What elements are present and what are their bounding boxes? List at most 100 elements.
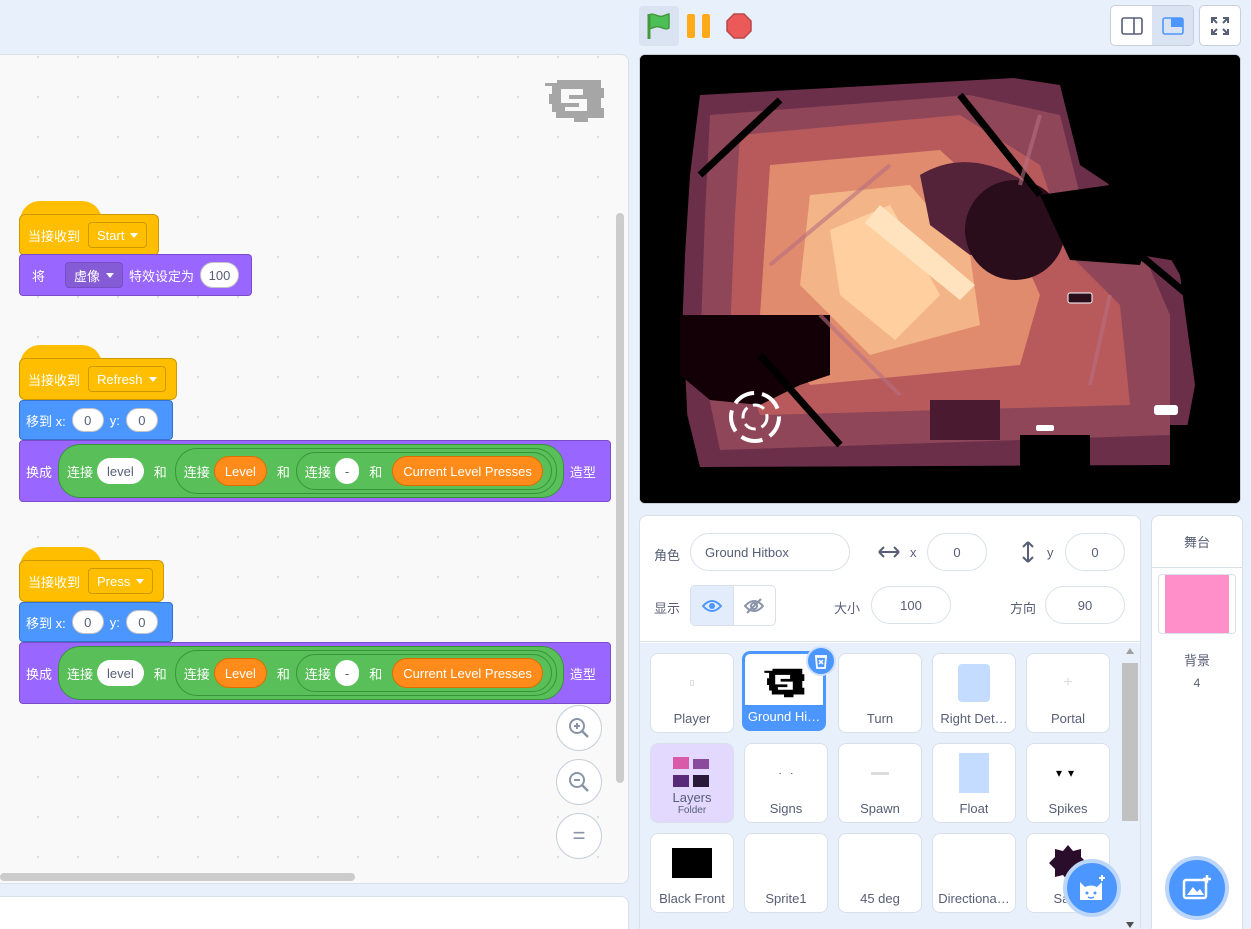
effect-value-input[interactable]: 100: [200, 262, 239, 288]
sprite-tile[interactable]: · · Signs: [744, 743, 828, 823]
sprite-properties: 角色 Ground Hitbox x 0 y 0 显示 大小 100 方向 90: [640, 516, 1140, 642]
sprite-info-panel: 角色 Ground Hitbox x 0 y 0 显示 大小 100 方向 90…: [639, 515, 1141, 929]
small-stage-button[interactable]: [1111, 6, 1152, 45]
sprite-tile[interactable]: Float: [932, 743, 1016, 823]
sprite-tile[interactable]: + Portal: [1026, 653, 1110, 733]
when-i-receive-press-block[interactable]: 当接收到 Press: [19, 547, 164, 602]
y-input[interactable]: 0: [125, 610, 158, 634]
zoom-out-button[interactable]: [556, 759, 602, 805]
stop-button[interactable]: [724, 10, 754, 42]
block-label: y:: [109, 412, 120, 428]
join-operator[interactable]: 连接 - 和 Current Level Presses: [295, 654, 552, 692]
message-dropdown[interactable]: Start: [88, 222, 148, 248]
block-label: 换成: [26, 666, 53, 682]
zoom-reset-button[interactable]: =: [556, 813, 602, 859]
caret-down-icon: [130, 232, 139, 238]
sprite-label: 角色: [654, 548, 681, 563]
switch-costume-block[interactable]: 换成 连接 level 和 连接 Level 和 连接 - 和 Current …: [19, 440, 611, 502]
stage-thumbnail[interactable]: [1158, 574, 1236, 634]
green-flag-button[interactable]: [639, 6, 679, 46]
message-dropdown[interactable]: Press: [88, 568, 154, 594]
sprite-name: Portal: [1051, 711, 1085, 726]
sprite-tile[interactable]: Sprite1: [744, 833, 828, 913]
normal-stage-button[interactable]: [1152, 6, 1193, 45]
when-i-receive-refresh-block[interactable]: 当接收到 Refresh: [19, 345, 177, 400]
vertical-scrollbar[interactable]: [616, 213, 624, 783]
block-label: 当接收到: [28, 574, 81, 590]
x-input[interactable]: 0: [71, 610, 104, 634]
visibility-toggle[interactable]: [690, 585, 776, 626]
effect-dropdown[interactable]: 虚像: [65, 262, 124, 288]
text-input[interactable]: level: [97, 660, 144, 686]
delete-sprite-button[interactable]: [806, 646, 836, 676]
sprite-list-scrollbar[interactable]: [1121, 643, 1140, 929]
presses-variable[interactable]: Current Level Presses: [392, 658, 543, 688]
sprite-thumbnail: [762, 842, 810, 884]
join-operator[interactable]: 连接 Level 和 连接 - 和 Current Level Presses: [174, 650, 557, 696]
sprite-folder-tile[interactable]: Layers Folder: [650, 743, 734, 823]
join-operator[interactable]: 连接 Level 和 连接 - 和 Current Level Presses: [174, 448, 557, 494]
sprite-tile[interactable]: Right Det…: [932, 653, 1016, 733]
add-backdrop-button[interactable]: [1165, 856, 1229, 920]
direction-input[interactable]: 90: [1045, 586, 1125, 624]
operator-label: 和: [153, 666, 167, 682]
code-area[interactable]: 当接收到 Start 将 虚像 特效设定为 100 当接收到 Refresh 移…: [0, 54, 629, 884]
sprite-name: Sprite1: [765, 891, 807, 906]
x-input[interactable]: 0: [71, 408, 104, 432]
fullscreen-icon: [1211, 16, 1229, 35]
sprite-name: Player: [673, 711, 711, 726]
join-operator[interactable]: 连接 level 和 连接 Level 和 连接 - 和 Current Lev…: [58, 646, 564, 700]
current-sprite-watermark: [545, 80, 604, 122]
operator-label: 连接: [304, 464, 331, 480]
horizontal-scrollbar[interactable]: [0, 873, 355, 881]
stage-size-toggle[interactable]: [1110, 5, 1194, 46]
sprite-tile[interactable]: Directiona…: [932, 833, 1016, 913]
block-label: 移到 x:: [26, 413, 66, 429]
sprite-tile[interactable]: ▾▾ Spikes: [1026, 743, 1110, 823]
add-sprite-cat-icon: [1080, 875, 1105, 900]
message-dropdown[interactable]: Refresh: [88, 366, 166, 392]
text-input[interactable]: -: [334, 660, 360, 686]
sprite-tile[interactable]: Turn: [838, 653, 922, 733]
level-variable[interactable]: Level: [213, 456, 267, 486]
y-input[interactable]: 0: [1065, 533, 1125, 571]
zoom-in-button[interactable]: [556, 705, 602, 751]
y-input[interactable]: 0: [125, 408, 158, 432]
join-operator[interactable]: 连接 - 和 Current Level Presses: [295, 452, 552, 490]
size-input[interactable]: 100: [871, 586, 951, 624]
operator-label: 连接: [183, 666, 210, 682]
text-input[interactable]: level: [97, 458, 144, 484]
sprite-tile[interactable]: 45 deg: [838, 833, 922, 913]
sprite-tile[interactable]: Player: [650, 653, 734, 733]
sprite-name-input[interactable]: Ground Hitbox: [690, 533, 850, 571]
zoom-in-icon: [569, 718, 589, 738]
text-input[interactable]: -: [334, 458, 360, 484]
stage-canvas[interactable]: [639, 54, 1241, 504]
add-sprite-button[interactable]: [1063, 859, 1121, 917]
show-button[interactable]: [691, 586, 734, 625]
pause-button[interactable]: [684, 6, 714, 46]
fullscreen-button[interactable]: [1199, 5, 1241, 46]
effect-value: 虚像: [74, 268, 101, 284]
stage-thumbnail-fill: [1165, 575, 1229, 633]
scrollbar-thumb[interactable]: [1122, 663, 1138, 821]
operator-label: 和: [276, 464, 290, 480]
hide-button[interactable]: [734, 586, 776, 625]
sprite-tile[interactable]: Spawn: [838, 743, 922, 823]
show-label: 显示: [654, 601, 681, 616]
sprite-thumbnail: ▾▾: [1055, 766, 1081, 780]
go-to-xy-block[interactable]: 移到 x: 0 y: 0: [19, 602, 173, 642]
folder-thumbnail: [668, 752, 716, 794]
sprite-thumbnail: [950, 842, 998, 884]
switch-costume-block[interactable]: 换成 连接 level 和 连接 Level 和 连接 - 和 Current …: [19, 642, 611, 704]
x-input[interactable]: 0: [927, 533, 987, 571]
sprite-tile[interactable]: Black Front: [650, 833, 734, 913]
join-operator[interactable]: 连接 level 和 连接 Level 和 连接 - 和 Current Lev…: [58, 444, 564, 498]
sprite-thumbnail: · ·: [778, 767, 794, 779]
presses-variable[interactable]: Current Level Presses: [392, 456, 543, 486]
sprite-name: 45 deg: [860, 891, 900, 906]
set-effect-block[interactable]: 将 虚像 特效设定为 100: [19, 254, 252, 296]
when-i-receive-start-block[interactable]: 当接收到 Start: [19, 201, 159, 256]
level-variable[interactable]: Level: [213, 658, 267, 688]
go-to-xy-block[interactable]: 移到 x: 0 y: 0: [19, 400, 173, 440]
